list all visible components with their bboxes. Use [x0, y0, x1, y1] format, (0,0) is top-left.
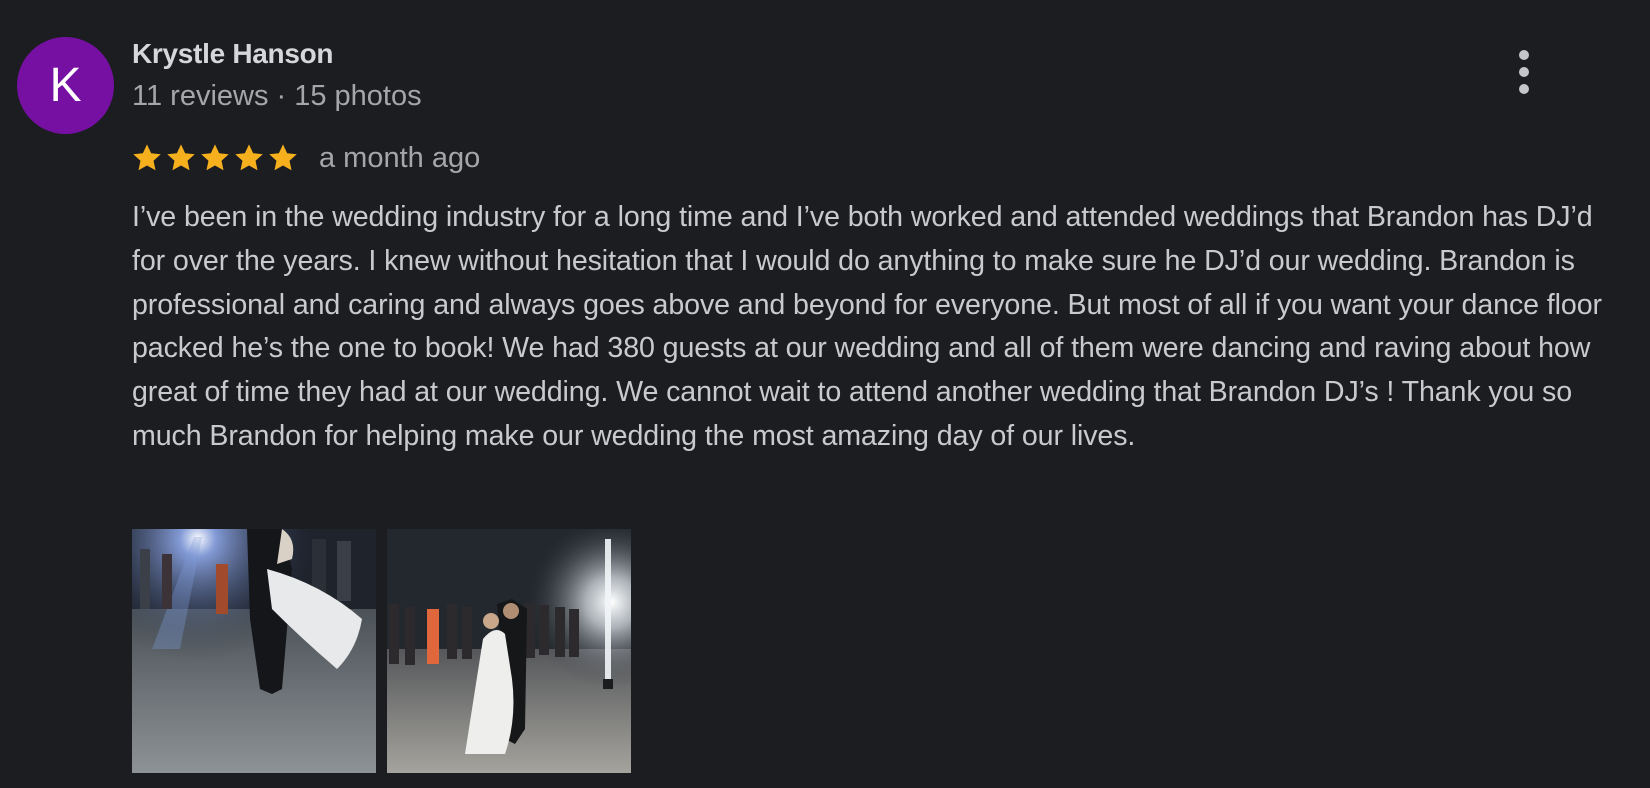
star-icon	[167, 144, 195, 171]
review-photos	[132, 529, 631, 773]
avatar[interactable]: K	[17, 37, 114, 134]
wedding-photo-1-image	[132, 529, 376, 773]
more-vert-icon	[1519, 50, 1529, 60]
star-rating	[131, 142, 299, 174]
review-time: a month ago	[319, 141, 481, 174]
more-vert-icon-dot	[1519, 67, 1529, 77]
star-icon	[201, 144, 229, 171]
review-photo-2[interactable]	[387, 529, 631, 773]
review-card: K Krystle Hanson 11 reviews · 15 photos …	[0, 0, 1650, 788]
review-photo-1[interactable]	[132, 529, 376, 773]
reviewer-meta[interactable]: 11 reviews · 15 photos	[132, 80, 422, 113]
more-options-button[interactable]	[1506, 50, 1542, 94]
review-text: I’ve been in the wedding industry for a …	[132, 201, 1602, 452]
rating-row: a month ago	[131, 139, 480, 177]
avatar-letter: K	[49, 59, 82, 112]
star-icon	[133, 144, 161, 171]
reviewer-name[interactable]: Krystle Hanson	[132, 38, 334, 70]
wedding-photo-2-image	[387, 529, 631, 773]
star-icon	[269, 144, 297, 171]
more-vert-icon-dot	[1519, 84, 1529, 94]
star-icon	[235, 144, 263, 171]
